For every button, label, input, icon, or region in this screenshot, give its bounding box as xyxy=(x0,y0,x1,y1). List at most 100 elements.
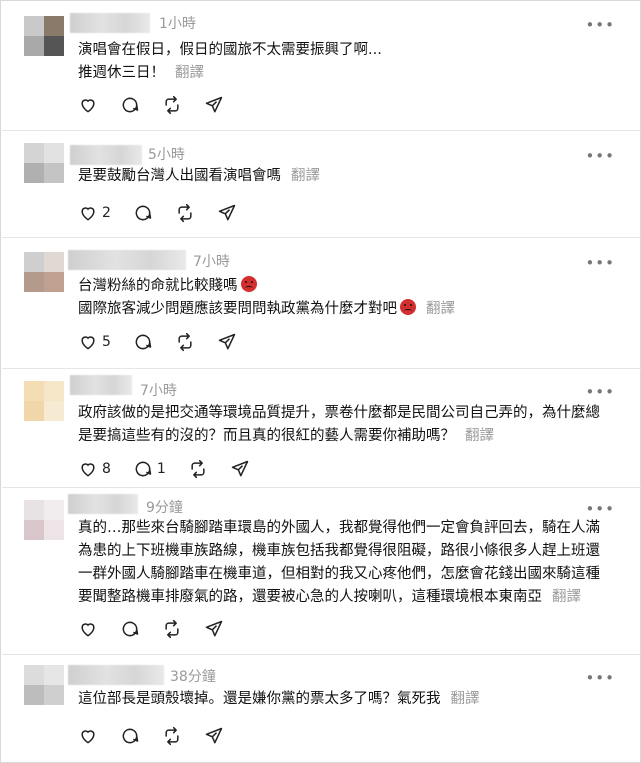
repost-icon xyxy=(165,95,179,115)
comment-post-1: 1小時 ••• 演唱會在假日，假日的國旅不太需要振興了啊... 推週休三日！ 翻譯 xyxy=(2,2,641,131)
angry-face-emoji-icon xyxy=(400,299,416,315)
like-button[interactable] xyxy=(78,725,98,747)
avatar[interactable] xyxy=(24,500,64,540)
share-button[interactable] xyxy=(217,331,237,353)
username[interactable] xyxy=(70,13,150,33)
repost-icon xyxy=(165,726,179,746)
comment-icon xyxy=(135,334,152,350)
heart-icon xyxy=(81,463,95,477)
avatar[interactable] xyxy=(24,143,64,183)
repost-button[interactable] xyxy=(188,458,208,480)
more-dots-icon[interactable]: ••• xyxy=(585,256,615,271)
translate-link[interactable]: 翻譯 xyxy=(552,589,581,605)
reply-button[interactable] xyxy=(120,618,140,640)
more-dots-icon[interactable]: ••• xyxy=(585,671,615,686)
avatar[interactable] xyxy=(24,665,64,705)
comment-text: 政府該做的是把交通等環境品質提升，票卷什麼都是民間公司自己弄的，為什麼總 是要搞… xyxy=(78,402,619,448)
action-bar xyxy=(78,618,246,640)
action-bar xyxy=(78,725,246,747)
timestamp[interactable]: 38分鐘 xyxy=(170,667,216,687)
repost-button[interactable] xyxy=(162,725,182,747)
like-count: 5 xyxy=(102,334,111,350)
comment-icon xyxy=(122,728,139,744)
reply-button[interactable]: 1 xyxy=(133,458,166,480)
reply-button[interactable] xyxy=(120,94,140,116)
comment-post-3: 7小時 ••• 台灣粉絲的命就比較賤嗎 國際旅客減少問題應該要問問執政黨為什麼才… xyxy=(2,238,641,369)
like-count: 2 xyxy=(102,205,111,221)
comment-line: 國際旅客減少問題應該要問問執政黨為什麼才對吧 xyxy=(78,301,397,317)
comment-text: 這位部長是頭殼壞掉。還是嫌你黨的票太多了嗎？氣死我 翻譯 xyxy=(78,688,619,711)
heart-icon xyxy=(81,207,95,221)
comment-line: 為患的上下班機車族路線，機車族包括我都覺得很阻礙，路很小條很多人趕上班還 xyxy=(78,543,600,559)
translate-link[interactable]: 翻譯 xyxy=(465,428,494,444)
comment-line: 一群外國人騎腳踏車在機車道，但相對的我又心疼他們，怎麼會花錢出國來騎這種 xyxy=(78,566,600,582)
send-icon xyxy=(231,460,249,477)
timestamp[interactable]: 7小時 xyxy=(193,252,230,272)
comment-line: 演唱會在假日，假日的國旅不太需要振興了啊... xyxy=(78,42,382,58)
share-button[interactable] xyxy=(217,202,237,224)
repost-icon xyxy=(165,619,179,639)
share-button[interactable] xyxy=(230,458,250,480)
translate-link[interactable]: 翻譯 xyxy=(451,691,480,707)
reply-button[interactable] xyxy=(120,725,140,747)
like-button[interactable] xyxy=(78,94,98,116)
translate-link[interactable]: 翻譯 xyxy=(291,168,320,184)
translate-link[interactable]: 翻譯 xyxy=(175,65,204,81)
comment-icon xyxy=(135,205,152,221)
send-icon xyxy=(218,204,236,221)
action-bar xyxy=(78,94,246,116)
repost-button[interactable] xyxy=(162,618,182,640)
translate-link[interactable]: 翻譯 xyxy=(426,301,455,317)
username[interactable] xyxy=(68,250,186,270)
timestamp[interactable]: 7小時 xyxy=(140,381,177,401)
comment-post-2: 5小時 ••• 是要鼓勵台灣人出國看演唱會嗎 翻譯 2 xyxy=(2,131,641,238)
reply-button[interactable] xyxy=(133,202,153,224)
timestamp[interactable]: 1小時 xyxy=(159,14,196,34)
reply-button[interactable] xyxy=(133,331,153,353)
timestamp[interactable]: 5小時 xyxy=(148,145,185,165)
comment-line: 台灣粉絲的命就比較賤嗎 xyxy=(78,278,238,294)
share-button[interactable] xyxy=(204,94,224,116)
username[interactable] xyxy=(70,375,132,395)
avatar[interactable] xyxy=(24,16,64,56)
comment-line: 推週休三日！ xyxy=(78,65,165,81)
like-button[interactable]: 5 xyxy=(78,331,111,353)
action-bar: 2 xyxy=(78,202,259,224)
comment-post-5: 9分鐘 ••• 真的…那些來台騎腳踏車環島的外國人，我都覺得他們一定會負評回去，… xyxy=(2,488,641,655)
thread-comments-panel: 1小時 ••• 演唱會在假日，假日的國旅不太需要振興了啊... 推週休三日！ 翻譯… xyxy=(0,0,641,763)
share-button[interactable] xyxy=(204,725,224,747)
comment-text: 是要鼓勵台灣人出國看演唱會嗎 翻譯 xyxy=(78,165,619,188)
username[interactable] xyxy=(70,145,142,165)
repost-icon xyxy=(178,203,192,223)
share-button[interactable] xyxy=(204,618,224,640)
repost-button[interactable] xyxy=(162,94,182,116)
repost-button[interactable] xyxy=(175,331,195,353)
heart-icon xyxy=(81,336,95,350)
more-dots-icon[interactable]: ••• xyxy=(585,502,615,517)
angry-face-emoji-icon xyxy=(240,276,257,292)
more-dots-icon[interactable]: ••• xyxy=(585,385,615,400)
comment-text: 真的…那些來台騎腳踏車環島的外國人，我都覺得他們一定會負評回去，騎在人滿 為患的… xyxy=(78,517,619,609)
like-button[interactable]: 8 xyxy=(78,458,111,480)
timestamp[interactable]: 9分鐘 xyxy=(146,498,183,518)
action-bar: 5 xyxy=(78,331,259,353)
send-icon xyxy=(205,96,223,113)
send-icon xyxy=(205,620,223,637)
username[interactable] xyxy=(68,494,138,514)
like-button[interactable] xyxy=(78,618,98,640)
repost-button[interactable] xyxy=(175,202,195,224)
like-button[interactable]: 2 xyxy=(78,202,111,224)
heart-icon xyxy=(81,623,95,637)
reply-count: 1 xyxy=(156,461,166,477)
comment-line: 是要搞這些有的沒的？而且真的很紅的藝人需要你補助嗎？ xyxy=(78,428,455,444)
more-dots-icon[interactable]: ••• xyxy=(585,18,615,33)
repost-icon xyxy=(191,459,205,479)
avatar[interactable] xyxy=(24,381,64,421)
send-icon xyxy=(218,333,236,350)
like-count: 8 xyxy=(102,461,111,477)
username[interactable] xyxy=(68,665,164,685)
repost-icon xyxy=(178,332,192,352)
more-dots-icon[interactable]: ••• xyxy=(585,149,615,164)
avatar[interactable] xyxy=(24,252,64,292)
comment-post-6: 38分鐘 ••• 這位部長是頭殼壞掉。還是嫌你黨的票太多了嗎？氣死我 翻譯 xyxy=(2,655,641,763)
